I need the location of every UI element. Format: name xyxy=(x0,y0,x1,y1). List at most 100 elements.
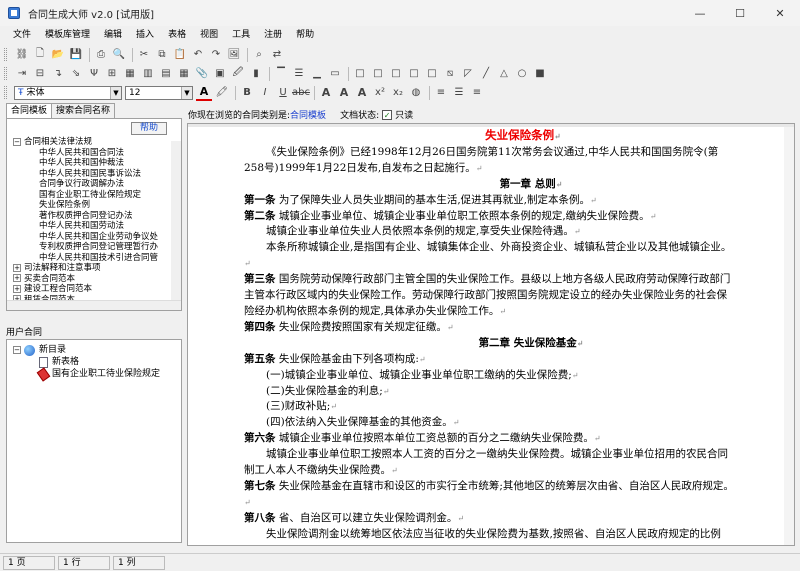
border-bottom-icon[interactable]: ▁ xyxy=(309,66,325,82)
bold-icon[interactable]: B xyxy=(239,85,255,101)
expand-icon[interactable]: + xyxy=(13,284,21,293)
menu-insert[interactable]: 插入 xyxy=(129,26,161,44)
menu-tools[interactable]: 工具 xyxy=(225,26,257,44)
document-content[interactable]: 失业保险条例↵ 《失业保险条例》已经1998年12月26日国务院第11次常务会议… xyxy=(244,128,734,543)
chart-icon[interactable]: ▮ xyxy=(248,66,264,82)
tree-node[interactable]: 失业保险条例 xyxy=(39,200,90,211)
grid-icon[interactable]: ▦ xyxy=(176,66,192,82)
expand-icon[interactable]: + xyxy=(13,274,21,282)
read-only-checkbox[interactable]: ✓ xyxy=(382,109,393,120)
category-link[interactable]: 合同模板 xyxy=(290,108,326,121)
menu-file[interactable]: 文件 xyxy=(6,26,38,44)
user-contract-tree[interactable]: − 新目录 新表格 国有企业职工待业保险规定 xyxy=(6,339,182,543)
help-button[interactable]: 帮助 xyxy=(131,122,167,135)
tree-node-laws[interactable]: − 合同相关法律法规 xyxy=(13,137,92,148)
line-icon[interactable]: ╱ xyxy=(478,66,494,82)
edit-icon[interactable]: 🖉 xyxy=(230,66,246,82)
tree-node-sales[interactable]: + 买卖合同范本 xyxy=(13,274,75,285)
font-name-select[interactable]: Ŧ 宋体 ▼ xyxy=(14,85,122,100)
text-box-icon[interactable]: A xyxy=(318,85,334,101)
replace-icon[interactable]: ⇄ xyxy=(269,47,285,63)
collapse-icon[interactable]: − xyxy=(13,137,21,146)
strikethrough-icon[interactable]: abc xyxy=(292,85,310,101)
menu-template-library[interactable]: 模板库管理 xyxy=(38,26,97,44)
expand-icon[interactable]: + xyxy=(13,263,21,272)
close-button[interactable]: ✕ xyxy=(760,0,800,26)
image-icon[interactable]: 🖼 xyxy=(226,47,242,63)
fork-icon[interactable]: Ψ xyxy=(86,66,102,82)
tab-search-contract-name[interactable]: 搜索合同名称 xyxy=(51,103,116,118)
tree-node-judicial[interactable]: + 司法解释和注意事项 xyxy=(13,263,101,274)
border-middle-icon[interactable]: ☰ xyxy=(291,66,307,82)
tree-node-construction[interactable]: + 建设工程合同范本 xyxy=(13,284,92,295)
diagonal-up-icon[interactable]: ◸ xyxy=(460,66,476,82)
tree-node[interactable]: 合同争议行政调解办法 xyxy=(39,179,124,190)
tree-node[interactable]: 中华人民共和国技术引进合同管 xyxy=(39,253,158,264)
new-document-icon[interactable]: 🗋 xyxy=(32,47,48,63)
cut-icon[interactable]: ✂ xyxy=(136,47,152,63)
font-color-icon[interactable]: A xyxy=(196,85,212,101)
chevron-down-icon[interactable]: ▼ xyxy=(181,86,192,99)
align-center-icon[interactable]: ☰ xyxy=(451,85,467,101)
copy-icon[interactable]: ⧉ xyxy=(154,47,170,63)
menu-help[interactable]: 帮助 xyxy=(289,26,321,44)
tree-node[interactable]: 中华人民共和国企业劳动争议处 xyxy=(39,232,158,243)
square-icon[interactable]: ■ xyxy=(532,66,548,82)
globe-icon[interactable]: ◍ xyxy=(408,85,424,101)
tree-node[interactable]: 中华人民共和国民事诉讼法 xyxy=(39,169,141,180)
tree-node[interactable]: 中华人民共和国劳动法 xyxy=(39,221,124,232)
user-tree-root[interactable]: − 新目录 xyxy=(13,344,66,356)
box-left-icon[interactable]: □ xyxy=(370,66,386,82)
attach-icon[interactable]: 📎 xyxy=(194,66,210,82)
tree-node[interactable]: 国有企业职工待业保险规定 xyxy=(39,190,141,201)
tree-node[interactable]: 中华人民共和国仲裁法 xyxy=(39,158,124,169)
box-right-icon[interactable]: □ xyxy=(388,66,404,82)
subscript-icon[interactable]: x₂ xyxy=(390,85,406,101)
save-icon[interactable]: 💾 xyxy=(68,47,84,63)
table-icon[interactable]: ▦ xyxy=(122,66,138,82)
row-icon[interactable]: ▤ xyxy=(158,66,174,82)
toolbar-grip[interactable] xyxy=(4,86,7,99)
minimize-button[interactable]: — xyxy=(680,0,720,26)
triangle-icon[interactable]: △ xyxy=(496,66,512,82)
user-tree-item[interactable]: 国有企业职工待业保险规定 xyxy=(36,366,160,382)
tree-vertical-scrollbar[interactable] xyxy=(171,141,181,301)
tree-horizontal-scrollbar[interactable] xyxy=(7,300,181,310)
menu-table[interactable]: 表格 xyxy=(161,26,193,44)
superscript-icon[interactable]: x² xyxy=(372,85,388,101)
open-folder-icon[interactable]: 📂 xyxy=(50,47,66,63)
tree-node[interactable]: 著作权质押合同登记办法 xyxy=(39,211,133,222)
box-icon[interactable]: □ xyxy=(352,66,368,82)
editor-vertical-scrollbar[interactable] xyxy=(784,127,794,545)
template-tree[interactable]: 帮助 − 合同相关法律法规 中华人民共和国合同法 中华人民共和国仲裁法 中华人民共… xyxy=(6,118,182,311)
menu-register[interactable]: 注册 xyxy=(257,26,289,44)
circle-icon[interactable]: ○ xyxy=(514,66,530,82)
merge-icon[interactable]: ↴ xyxy=(50,66,66,82)
tree-node[interactable]: 中华人民共和国合同法 xyxy=(39,148,124,159)
border-top-icon[interactable]: ▔ xyxy=(273,66,289,82)
menu-view[interactable]: 视图 xyxy=(193,26,225,44)
maximize-button[interactable]: ☐ xyxy=(720,0,760,26)
border-all-icon[interactable]: ▭ xyxy=(327,66,343,82)
toolbar-grip[interactable] xyxy=(4,67,7,80)
print-icon[interactable]: ⎙ xyxy=(93,47,109,63)
text-shadow-icon[interactable]: A xyxy=(354,85,370,101)
redo-icon[interactable]: ↷ xyxy=(208,47,224,63)
frame-icon[interactable]: ▣ xyxy=(212,66,228,82)
tree-node[interactable]: 专利权质押合同登记管理暂行办 xyxy=(39,242,158,253)
collapse-icon[interactable]: − xyxy=(13,346,21,354)
align-right-icon[interactable]: ≡ xyxy=(469,85,485,101)
toolbar-grip[interactable] xyxy=(4,48,7,61)
underline-icon[interactable]: U xyxy=(275,85,291,101)
user-tree-item[interactable]: 新表格 xyxy=(39,356,79,368)
diagonal-down-icon[interactable]: ⧅ xyxy=(442,66,458,82)
split-icon[interactable]: ⇘ xyxy=(68,66,84,82)
insert-column-icon[interactable]: ⊟ xyxy=(32,66,48,82)
column-icon[interactable]: ▥ xyxy=(140,66,156,82)
menu-edit[interactable]: 编辑 xyxy=(97,26,129,44)
chevron-down-icon[interactable]: ▼ xyxy=(110,86,121,99)
print-preview-icon[interactable]: 🔍 xyxy=(111,47,127,63)
undo-icon[interactable]: ↶ xyxy=(190,47,206,63)
box-outline-icon[interactable]: □ xyxy=(424,66,440,82)
text-outline-icon[interactable]: A xyxy=(336,85,352,101)
